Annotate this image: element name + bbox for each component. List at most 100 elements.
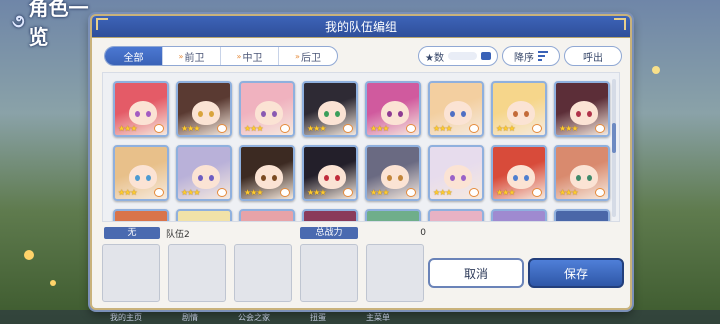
character-card[interactable]: ★★★ (302, 81, 358, 137)
character-portrait (381, 165, 409, 189)
character-card[interactable]: ★★★ (113, 81, 169, 137)
sort-field-button[interactable]: ★数 (418, 46, 498, 66)
character-card[interactable]: ★★★ (428, 145, 484, 201)
character-portrait (570, 101, 598, 125)
character-eye (450, 111, 455, 117)
character-card[interactable] (176, 209, 232, 221)
character-eye (198, 175, 203, 181)
position-icon (406, 188, 416, 197)
character-portrait (255, 101, 283, 125)
character-eye (524, 111, 529, 117)
position-icon (469, 124, 479, 133)
character-eye (135, 111, 140, 117)
star-rating-icon: ★★★ (118, 124, 137, 133)
star-rating-icon: ★★★ (244, 124, 263, 133)
position-icon (595, 124, 605, 133)
star-rating-icon: ★★★ (433, 124, 452, 133)
character-eye (324, 175, 329, 181)
cancel-button[interactable]: 取消 (428, 258, 524, 288)
character-eye (198, 111, 203, 117)
character-card[interactable]: ★★★ (176, 145, 232, 201)
character-eye (272, 175, 277, 181)
character-eye (576, 175, 581, 181)
character-card[interactable]: ★★★ (554, 145, 610, 201)
position-icon (217, 124, 227, 133)
character-portrait (507, 165, 535, 189)
sort-order-button[interactable]: 降序 (502, 46, 560, 66)
character-portrait (318, 101, 346, 125)
character-eye (387, 111, 392, 117)
position-filter-tabs: 全部 » 前卫 » 中卫 » 后卫 (104, 46, 338, 66)
character-card[interactable]: ★★★ (239, 81, 295, 137)
team-badge: 无 (104, 227, 160, 239)
character-card[interactable]: ★★★ (365, 81, 421, 137)
character-card[interactable]: ★★★ (302, 145, 358, 201)
character-portrait (570, 165, 598, 189)
character-eye (146, 175, 151, 181)
character-portrait (192, 101, 220, 125)
character-card[interactable] (113, 209, 169, 221)
character-eye (324, 111, 329, 117)
star-rating-icon: ★★★ (181, 188, 200, 197)
star-rating-icon: ★★★ (118, 188, 137, 197)
background-title-text: 角色一览 (28, 0, 89, 49)
team-slot[interactable] (300, 244, 358, 302)
character-portrait (129, 101, 157, 125)
character-eye (587, 175, 592, 181)
position-icon (406, 124, 416, 133)
team-slot[interactable] (366, 244, 424, 302)
star-rating-icon: ★★★ (496, 124, 515, 133)
position-icon (154, 188, 164, 197)
character-card[interactable] (428, 209, 484, 221)
character-portrait (318, 165, 346, 189)
team-slot[interactable] (102, 244, 160, 302)
swirl-icon: ૭ (12, 10, 25, 32)
character-card[interactable] (491, 209, 547, 221)
tab-front[interactable]: » 前卫 (163, 47, 221, 65)
character-eye (209, 175, 214, 181)
character-card[interactable] (239, 209, 295, 221)
character-card[interactable]: ★★★ (113, 145, 169, 201)
character-portrait (255, 165, 283, 189)
team-edit-dialog: 我的队伍编组 全部 » 前卫 » 中卫 » 后卫 ★数 降序 呼出 ★★★ ★★★ ★★★… (90, 14, 632, 310)
sort-descending-icon (538, 51, 548, 61)
character-eye (576, 111, 581, 117)
tab-all[interactable]: 全部 (105, 47, 163, 65)
character-eye (513, 111, 518, 117)
character-eye (461, 175, 466, 181)
team-name-row: 无 队伍2 (104, 226, 296, 240)
sort-order-label: 降序 (514, 52, 534, 64)
character-card[interactable]: ★★★ (491, 145, 547, 201)
character-card[interactable] (554, 209, 610, 221)
character-card[interactable]: ★★★ (239, 145, 295, 201)
character-card[interactable]: ★★★ (428, 81, 484, 137)
character-card[interactable]: ★★★ (176, 81, 232, 137)
tab-label: 中卫 (242, 52, 263, 64)
team-slot[interactable] (234, 244, 292, 302)
character-card[interactable]: ★★★ (554, 81, 610, 137)
flower-decoration (50, 280, 56, 286)
tab-label: 前卫 (184, 52, 205, 64)
tab-back[interactable]: » 后卫 (279, 47, 337, 65)
character-portrait (192, 165, 220, 189)
flower-decoration (24, 250, 34, 260)
character-card[interactable]: ★★★ (491, 81, 547, 137)
character-card[interactable] (365, 209, 421, 221)
total-power-label: 总战力 (300, 227, 358, 239)
grid-scrollbar[interactable] (612, 79, 616, 217)
character-eye (398, 175, 403, 181)
background-title: ૭ 角色一览 (12, 0, 96, 49)
call-button[interactable]: 呼出 (564, 46, 622, 66)
character-eye (335, 175, 340, 181)
tab-middle[interactable]: » 中卫 (221, 47, 279, 65)
nav-story: 剧情 (182, 313, 198, 322)
team-slot[interactable] (168, 244, 226, 302)
nav-menu: 主菜单 (366, 313, 390, 322)
save-button[interactable]: 保存 (528, 258, 624, 288)
character-eye (209, 111, 214, 117)
character-card[interactable] (302, 209, 358, 221)
character-portrait (381, 101, 409, 125)
character-card[interactable]: ★★★ (365, 145, 421, 201)
character-portrait (129, 165, 157, 189)
nav-home: 我的主页 (110, 313, 142, 322)
